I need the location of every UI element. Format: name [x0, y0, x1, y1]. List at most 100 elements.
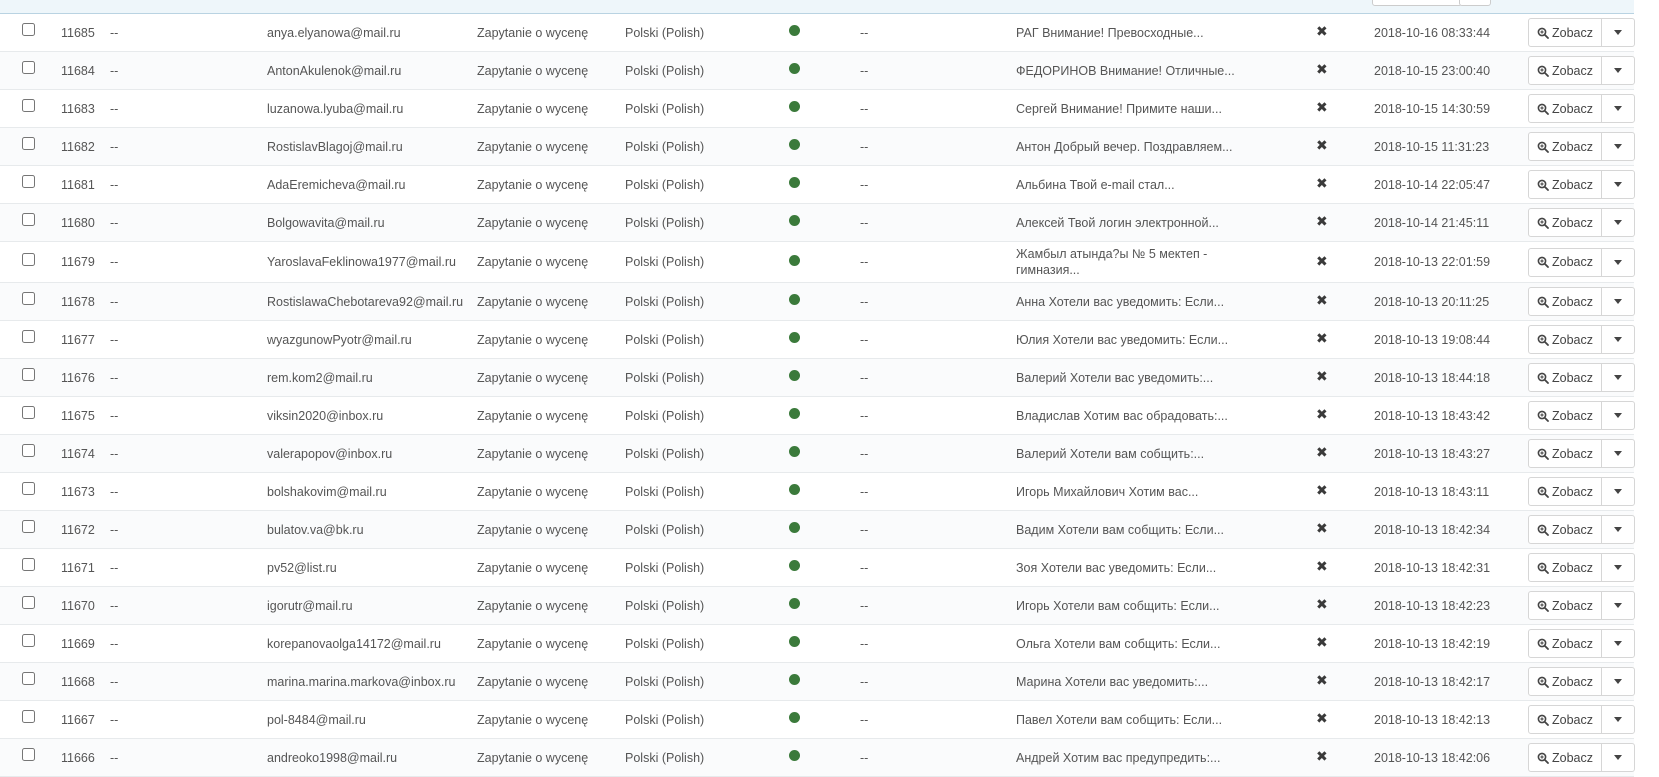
actions-dropdown-button[interactable]	[1602, 209, 1634, 236]
row-checkbox[interactable]	[22, 748, 35, 761]
view-button[interactable]: Zobacz	[1529, 516, 1602, 543]
view-button-group: Zobacz	[1528, 477, 1635, 506]
row-checkbox[interactable]	[22, 634, 35, 647]
actions-dropdown-button[interactable]	[1602, 249, 1634, 276]
row-checkbox[interactable]	[22, 137, 35, 150]
table-row[interactable]: 11667 -- pol-8484@mail.ru Zapytanie o wycen…	[0, 701, 1635, 739]
row-checkbox[interactable]	[22, 406, 35, 419]
actions-dropdown-button[interactable]	[1602, 478, 1634, 505]
row-checkbox[interactable]	[22, 520, 35, 533]
table-row[interactable]: 11671 -- pv52@list.ru Zapytanie o wycenę Pol…	[0, 549, 1635, 587]
row-checkbox[interactable]	[22, 23, 35, 36]
table-row[interactable]: 11679 -- YaroslavaFeklinowa1977@mail.ru Zap…	[0, 242, 1635, 283]
view-button[interactable]: Zobacz	[1529, 248, 1602, 276]
view-button[interactable]: Zobacz	[1529, 706, 1602, 733]
actions-dropdown-button[interactable]	[1602, 402, 1634, 429]
row-checkbox[interactable]	[22, 61, 35, 74]
row-checkbox[interactable]	[22, 482, 35, 495]
table-row[interactable]: 11677 -- wyazgunowPyotr@mail.ru Zapytanie o…	[0, 321, 1635, 359]
table-row[interactable]: 11683 -- luzanowa.lyuba@mail.ru Zapytanie o…	[0, 90, 1635, 128]
x-mark-icon: ✖	[1316, 634, 1328, 650]
view-button[interactable]: Zobacz	[1529, 133, 1602, 160]
status-dot-icon	[789, 674, 800, 685]
row-status-cell	[789, 587, 800, 624]
row-message: Вадим Хотели вам собщить: Если...	[1016, 522, 1224, 537]
table-row[interactable]: 11681 -- AdaEremicheva@mail.ru Zapytanie o …	[0, 166, 1635, 204]
actions-dropdown-button[interactable]	[1602, 440, 1634, 467]
actions-dropdown-button[interactable]	[1602, 516, 1634, 543]
table-row[interactable]: 11669 -- korepanovaolga14172@mail.ru Zapyta…	[0, 625, 1635, 663]
row-actions: Zobacz	[1528, 397, 1635, 434]
row-checkbox[interactable]	[22, 444, 35, 457]
row-message: Павел Хотели вам собщить: Если...	[1016, 712, 1223, 727]
row-checkbox[interactable]	[22, 292, 35, 305]
actions-dropdown-button[interactable]	[1602, 592, 1634, 619]
view-button-label: Zobacz	[1552, 294, 1593, 309]
row-checkbox[interactable]	[22, 710, 35, 723]
actions-dropdown-button[interactable]	[1602, 630, 1634, 657]
row-empty-field-2: --	[860, 177, 869, 192]
view-button[interactable]: Zobacz	[1529, 554, 1602, 581]
view-button[interactable]: Zobacz	[1529, 440, 1602, 467]
view-button-label: Zobacz	[1552, 255, 1593, 269]
view-button[interactable]: Zobacz	[1529, 478, 1602, 505]
row-checkbox[interactable]	[22, 368, 35, 381]
table-row[interactable]: 11672 -- bulatov.va@bk.ru Zapytanie o wycen…	[0, 511, 1635, 549]
actions-dropdown-button[interactable]	[1602, 326, 1634, 353]
row-email: bolshakovim@mail.ru	[267, 484, 387, 499]
table-row[interactable]: 11684 -- AntonAkulenok@mail.ru Zapytanie o …	[0, 52, 1635, 90]
actions-dropdown-button[interactable]	[1602, 706, 1634, 733]
table-row[interactable]: 11673 -- bolshakovim@mail.ru Zapytanie o wy…	[0, 473, 1635, 511]
actions-dropdown-button[interactable]	[1602, 57, 1634, 84]
table-row[interactable]: 11682 -- RostislavBlagoj@mail.ru Zapytanie …	[0, 128, 1635, 166]
view-button[interactable]: Zobacz	[1529, 209, 1602, 236]
row-checkbox[interactable]	[22, 252, 35, 266]
row-checkbox[interactable]	[22, 596, 35, 609]
row-subject: Zapytanie o wycenę	[477, 522, 589, 537]
actions-dropdown-button[interactable]	[1602, 133, 1634, 160]
table-row[interactable]: 11674 -- valerapopov@inbox.ru Zapytanie o w…	[0, 435, 1635, 473]
view-button[interactable]: Zobacz	[1529, 668, 1602, 695]
row-checkbox[interactable]	[22, 330, 35, 343]
row-date: 2018-10-13 18:42:31	[1374, 560, 1491, 575]
view-button[interactable]: Zobacz	[1529, 95, 1602, 122]
view-button[interactable]: Zobacz	[1529, 171, 1602, 198]
actions-dropdown-button[interactable]	[1602, 668, 1634, 695]
view-button[interactable]: Zobacz	[1529, 364, 1602, 391]
actions-dropdown-button[interactable]	[1602, 288, 1634, 315]
row-status-cell	[789, 14, 800, 51]
table-row[interactable]: 11670 -- igorutr@mail.ru Zapytanie o wycenę…	[0, 587, 1635, 625]
row-checkbox[interactable]	[22, 672, 35, 685]
table-row[interactable]: 11678 -- RostislawaChebotareva92@mail.ru Za…	[0, 283, 1635, 321]
table-row[interactable]: 11666 -- andreoko1998@mail.ru Zapytanie o w…	[0, 739, 1635, 777]
row-flag-cell: ✖	[1316, 549, 1328, 586]
row-subject: Zapytanie o wycenę	[477, 712, 589, 727]
row-checkbox[interactable]	[22, 175, 35, 188]
view-button-group: Zobacz	[1528, 363, 1635, 392]
view-button[interactable]: Zobacz	[1529, 57, 1602, 84]
row-checkbox[interactable]	[22, 99, 35, 112]
table-row[interactable]: 11675 -- viksin2020@inbox.ru Zapytanie o wy…	[0, 397, 1635, 435]
view-button[interactable]: Zobacz	[1529, 402, 1602, 429]
actions-dropdown-button[interactable]	[1602, 554, 1634, 581]
row-actions: Zobacz	[1528, 242, 1635, 282]
table-row[interactable]: 11668 -- marina.marina.markova@inbox.ru Zap…	[0, 663, 1635, 701]
view-button[interactable]: Zobacz	[1529, 288, 1602, 315]
table-row[interactable]: 11685 -- anya.elyanowa@mail.ru Zapytanie o …	[0, 14, 1635, 52]
view-button[interactable]: Zobacz	[1529, 630, 1602, 657]
table-row[interactable]: 11680 -- Bolgowavita@mail.ru Zapytanie o wy…	[0, 204, 1635, 242]
view-button[interactable]: Zobacz	[1529, 19, 1602, 46]
row-checkbox-cell	[22, 166, 35, 203]
actions-dropdown-button[interactable]	[1602, 95, 1634, 122]
row-checkbox[interactable]	[22, 558, 35, 571]
actions-dropdown-button[interactable]	[1602, 171, 1634, 198]
filter-input[interactable]	[1372, 0, 1462, 6]
view-button[interactable]: Zobacz	[1529, 326, 1602, 353]
actions-dropdown-button[interactable]	[1602, 364, 1634, 391]
row-checkbox[interactable]	[22, 213, 35, 226]
actions-dropdown-button[interactable]	[1602, 19, 1634, 46]
row-checkbox-cell	[22, 204, 35, 241]
view-button[interactable]: Zobacz	[1529, 592, 1602, 619]
filter-button[interactable]	[1459, 0, 1491, 6]
table-row[interactable]: 11676 -- rem.kom2@mail.ru Zapytanie o wycen…	[0, 359, 1635, 397]
